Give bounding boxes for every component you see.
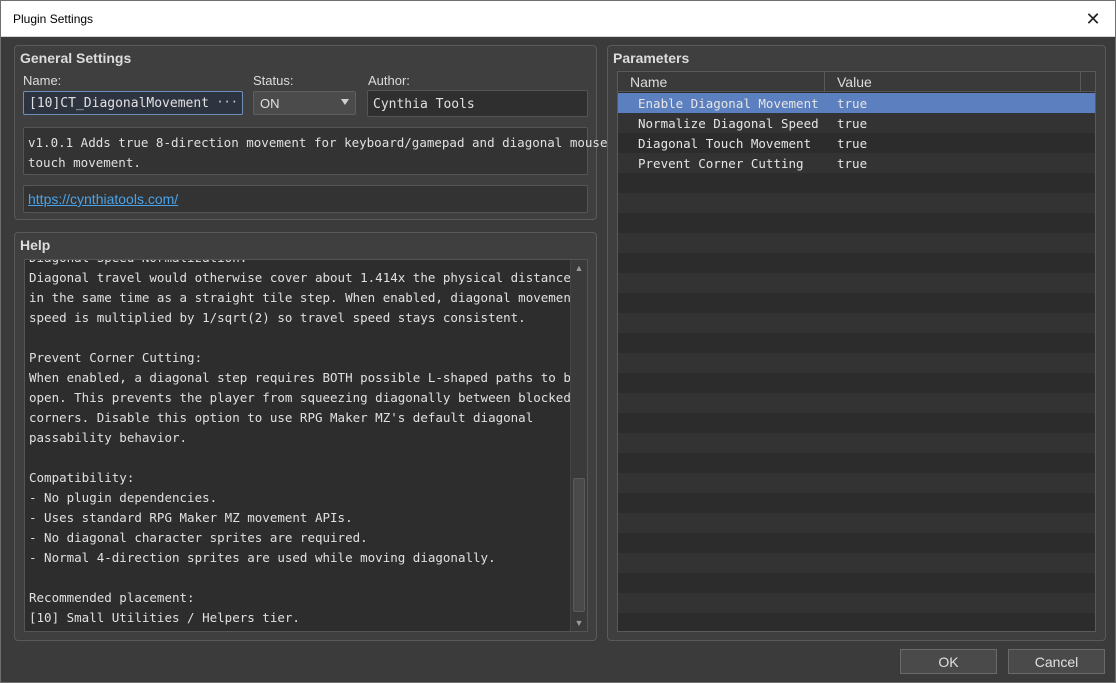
empty-row (618, 533, 1095, 553)
param-name: Enable Diagonal Movement (638, 96, 819, 111)
author-field[interactable]: Cynthia Tools (367, 90, 588, 117)
browse-button[interactable]: ··· (216, 95, 238, 109)
param-value: true (837, 96, 868, 111)
empty-row (618, 233, 1095, 253)
empty-row (618, 193, 1095, 213)
empty-row (618, 433, 1095, 453)
empty-row (618, 413, 1095, 433)
status-select[interactable]: ON (253, 91, 356, 115)
chevron-down-icon (341, 99, 349, 105)
help-heading: Help (20, 237, 51, 253)
author-label: Author: (368, 73, 410, 88)
empty-row (618, 353, 1095, 373)
empty-row (618, 213, 1095, 233)
parameters-table[interactable]: Name Value Enable Diagonal Movement true N… (617, 71, 1096, 632)
scroll-down-icon[interactable]: ▼ (571, 615, 587, 631)
status-label: Status: (253, 73, 294, 88)
name-field[interactable]: [10]CT_DiagonalMovement ··· (23, 91, 243, 115)
table-row[interactable]: Diagonal Touch Movement true (618, 133, 1095, 153)
description-field[interactable]: v1.0.1 Adds true 8-direction movement fo… (23, 127, 615, 175)
window-title: Plugin Settings (13, 12, 94, 26)
name-value: [10]CT_DiagonalMovement (29, 96, 210, 111)
ok-button[interactable]: OK (900, 649, 997, 674)
param-name: Diagonal Touch Movement (638, 136, 812, 151)
general-settings-heading: General Settings (20, 50, 132, 66)
plugin-url-link[interactable]: https://cynthiatools.com/ (28, 191, 178, 207)
column-divider (824, 72, 825, 92)
empty-row (618, 613, 1095, 631)
empty-row (618, 293, 1095, 313)
empty-row (618, 513, 1095, 533)
table-row[interactable]: Enable Diagonal Movement true (618, 93, 1095, 113)
empty-row (618, 473, 1095, 493)
empty-row (618, 593, 1095, 613)
param-value: true (837, 156, 868, 171)
column-value[interactable]: Value (837, 74, 872, 90)
empty-row (618, 333, 1095, 353)
column-name[interactable]: Name (630, 74, 667, 90)
table-header: Name Value (618, 72, 1095, 92)
scroll-up-icon[interactable]: ▲ (571, 260, 587, 276)
help-panel: Help Diagonal Speed Normalization: Diago… (14, 232, 597, 641)
scroll-thumb[interactable] (573, 478, 585, 612)
url-field[interactable]: https://cynthiatools.com/ (23, 185, 588, 213)
empty-row (618, 453, 1095, 473)
empty-row (618, 373, 1095, 393)
empty-row (618, 273, 1095, 293)
param-value: true (837, 116, 868, 131)
name-label: Name: (23, 73, 62, 88)
empty-row (618, 173, 1095, 193)
author-value: Cynthia Tools (373, 97, 475, 112)
status-value: ON (260, 96, 280, 111)
help-text-area[interactable]: Diagonal Speed Normalization: Diagonal t… (24, 259, 588, 632)
parameters-heading: Parameters (613, 50, 690, 66)
param-value: true (837, 136, 868, 151)
empty-row (618, 253, 1095, 273)
cancel-button[interactable]: Cancel (1008, 649, 1105, 674)
table-row[interactable]: Prevent Corner Cutting true (618, 153, 1095, 173)
general-settings-panel: General Settings Name: [10]CT_DiagonalMo… (14, 45, 615, 220)
column-divider (1080, 72, 1081, 92)
title-bar: Plugin Settings ✕ (1, 1, 1115, 37)
plugin-settings-dialog: Plugin Settings ✕ General Settings Name:… (0, 0, 1116, 683)
param-name: Normalize Diagonal Speed (638, 116, 819, 131)
empty-row (618, 493, 1095, 513)
close-icon[interactable]: ✕ (1081, 7, 1105, 31)
param-name: Prevent Corner Cutting (638, 156, 804, 171)
help-scrollbar[interactable]: ▲ ▼ (570, 260, 587, 631)
empty-row (618, 313, 1095, 333)
empty-row (618, 573, 1095, 593)
table-row[interactable]: Normalize Diagonal Speed true (618, 113, 1095, 133)
help-text: Diagonal Speed Normalization: Diagonal t… (29, 260, 579, 625)
empty-row (618, 553, 1095, 573)
empty-row (618, 393, 1095, 413)
